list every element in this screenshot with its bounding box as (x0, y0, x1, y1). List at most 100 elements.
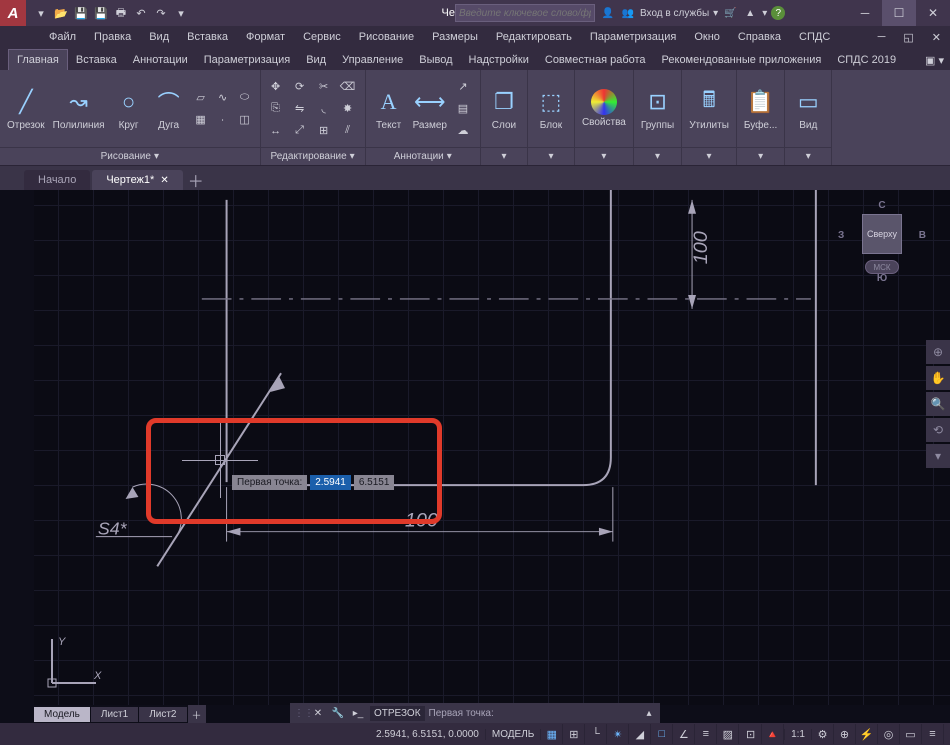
login-caret-icon[interactable]: ▾ (713, 8, 718, 19)
scale-icon[interactable]: ⤢ (290, 121, 310, 141)
qat-save-icon[interactable]: 💾 (72, 4, 90, 22)
otrack-toggle-icon[interactable]: ∠ (673, 724, 695, 744)
move-icon[interactable]: ✥ (266, 77, 286, 97)
menu-file[interactable]: Файл (40, 28, 85, 46)
menu-draw[interactable]: Рисование (350, 28, 423, 46)
menu-insert[interactable]: Вставка (178, 28, 237, 46)
cloud-icon[interactable]: ☁ (453, 121, 473, 141)
viewcube-n[interactable]: С (878, 200, 885, 211)
ucs-icon[interactable]: Y X (44, 631, 104, 691)
doc-tab-current[interactable]: Чертеж1*✕ (92, 170, 182, 190)
offset-icon[interactable]: ⫽ (338, 121, 358, 141)
copy-icon[interactable]: ⎘ (266, 99, 286, 119)
workspace-switch-icon[interactable]: ⚙ (812, 724, 834, 744)
hardware-accel-icon[interactable]: ⚡ (856, 724, 878, 744)
rect-icon[interactable]: ▱ (191, 88, 211, 108)
model-toggle[interactable]: МОДЕЛЬ (485, 729, 541, 740)
doc-min-icon[interactable]: ─ (869, 28, 895, 47)
view-button[interactable]: ▭Вид (790, 84, 826, 133)
text-button[interactable]: A Текст (371, 84, 407, 133)
ribbon-tab-view[interactable]: Вид (298, 50, 334, 70)
login-link[interactable]: Вход в службы (640, 8, 709, 19)
menu-spds[interactable]: СПДС (790, 28, 839, 46)
fillet-icon[interactable]: ◟ (314, 99, 334, 119)
qat-saveas-icon[interactable]: 💾 (92, 4, 110, 22)
menu-edit[interactable]: Правка (85, 28, 140, 46)
app-logo[interactable]: A (0, 0, 26, 26)
clean-screen-icon[interactable]: ▭ (900, 724, 922, 744)
ribbon-tab-featured[interactable]: Рекомендованные приложения (654, 50, 830, 70)
viewcube-e[interactable]: В (919, 230, 926, 241)
help-icon[interactable]: ? (771, 6, 785, 20)
layout-sheet1[interactable]: Лист1 (91, 707, 138, 722)
dyn-y-field[interactable]: 6.5151 (354, 475, 395, 490)
maximize-button[interactable]: ☐ (882, 0, 916, 26)
close-tab-icon[interactable]: ✕ (160, 175, 168, 186)
trim-icon[interactable]: ✂ (314, 77, 334, 97)
qat-new-icon[interactable]: ▾ (32, 4, 50, 22)
array-icon[interactable]: ⊞ (314, 121, 334, 141)
block-button[interactable]: ⬚Блок (533, 84, 569, 133)
polyline-button[interactable]: ↝ Полилиния (51, 84, 107, 133)
layers-button[interactable]: ❐Слои (486, 84, 522, 133)
qat-plot-icon[interactable]: 🖶 (112, 4, 130, 22)
coordinates[interactable]: 2.5941, 6.5151, 0.0000 (376, 729, 479, 740)
ribbon-tab-param[interactable]: Параметризация (196, 50, 298, 70)
mirror-icon[interactable]: ⇋ (290, 99, 310, 119)
line-button[interactable]: ╱ Отрезок (5, 84, 47, 133)
props-button[interactable]: Свойства (580, 87, 628, 130)
ribbon-tab-home[interactable]: Главная (8, 49, 68, 70)
qat-open-icon[interactable]: 📂 (52, 4, 70, 22)
viewcube-w[interactable]: З (838, 230, 844, 241)
add-layout-button[interactable]: ＋ (188, 705, 206, 723)
ribbon-tab-insert[interactable]: Вставка (68, 50, 125, 70)
menu-service[interactable]: Сервис (294, 28, 350, 46)
model-canvas[interactable]: 100 100 S4* Первая точка: 2.5941 6.5151 … (34, 190, 950, 705)
app-a360-icon[interactable]: ▲ (742, 5, 758, 21)
account-icon2[interactable]: 👥 (620, 5, 636, 21)
snap-toggle-icon[interactable]: ⊞ (563, 724, 585, 744)
layout-sheet2[interactable]: Лист2 (139, 707, 186, 722)
account-icon[interactable]: 👤 (600, 5, 616, 21)
transparency-icon[interactable]: ▨ (717, 724, 739, 744)
panel-annot-label[interactable]: Аннотации ▾ (366, 147, 480, 165)
ribbon-tab-addins[interactable]: Надстройки (461, 50, 537, 70)
cmd-customize-icon[interactable]: 🔧 (330, 708, 346, 719)
menu-view[interactable]: Вид (140, 28, 178, 46)
arc-button[interactable]: ⌒ Дуга (151, 84, 187, 133)
region-icon[interactable]: ◫ (235, 110, 255, 130)
explode-icon[interactable]: ✸ (338, 99, 358, 119)
clipboard-button[interactable]: 📋Буфе... (742, 84, 779, 133)
nav-wheel-icon[interactable]: ⊕ (926, 340, 950, 364)
menu-help[interactable]: Справка (729, 28, 790, 46)
layout-model[interactable]: Модель (34, 707, 90, 722)
ribbon-tab-collab[interactable]: Совместная работа (537, 50, 654, 70)
circle-button[interactable]: ○ Круг (111, 84, 147, 133)
table-icon[interactable]: ▤ (453, 99, 473, 119)
menu-param[interactable]: Параметризация (581, 28, 685, 46)
doc-restore-icon[interactable]: ◱ (894, 28, 922, 47)
panel-draw-label[interactable]: Рисование ▾ (0, 147, 260, 165)
close-button[interactable]: ✕ (916, 0, 950, 26)
iso-toggle-icon[interactable]: ◢ (629, 724, 651, 744)
viewcube-s[interactable]: Ю (877, 273, 887, 284)
hatch-icon[interactable]: ▦ (191, 110, 211, 130)
groups-button[interactable]: ⊡Группы (639, 84, 676, 133)
ortho-toggle-icon[interactable]: └ (585, 724, 607, 744)
qat-redo-icon[interactable]: ↷ (152, 4, 170, 22)
rotate-icon[interactable]: ⟳ (290, 77, 310, 97)
menu-window[interactable]: Окно (685, 28, 729, 46)
nav-orbit-icon[interactable]: ⟲ (926, 418, 950, 442)
isolate-icon[interactable]: ◎ (878, 724, 900, 744)
nav-zoom-icon[interactable]: 🔍 (926, 392, 950, 416)
dimension-button[interactable]: ⟷ Размер (411, 84, 449, 133)
qat-undo-icon[interactable]: ↶ (132, 4, 150, 22)
dyn-x-field[interactable]: 2.5941 (310, 475, 351, 490)
cmd-close-icon[interactable]: ✕ (310, 708, 326, 719)
annotation-monitor-icon[interactable]: ⊕ (834, 724, 856, 744)
utils-button[interactable]: 🖩Утилиты (687, 84, 731, 133)
stretch-icon[interactable]: ↔ (266, 121, 286, 141)
ribbon-tab-spds[interactable]: СПДС 2019 (829, 50, 904, 70)
new-tab-button[interactable]: ＋ (185, 170, 207, 190)
ribbon-tab-output[interactable]: Вывод (411, 50, 460, 70)
